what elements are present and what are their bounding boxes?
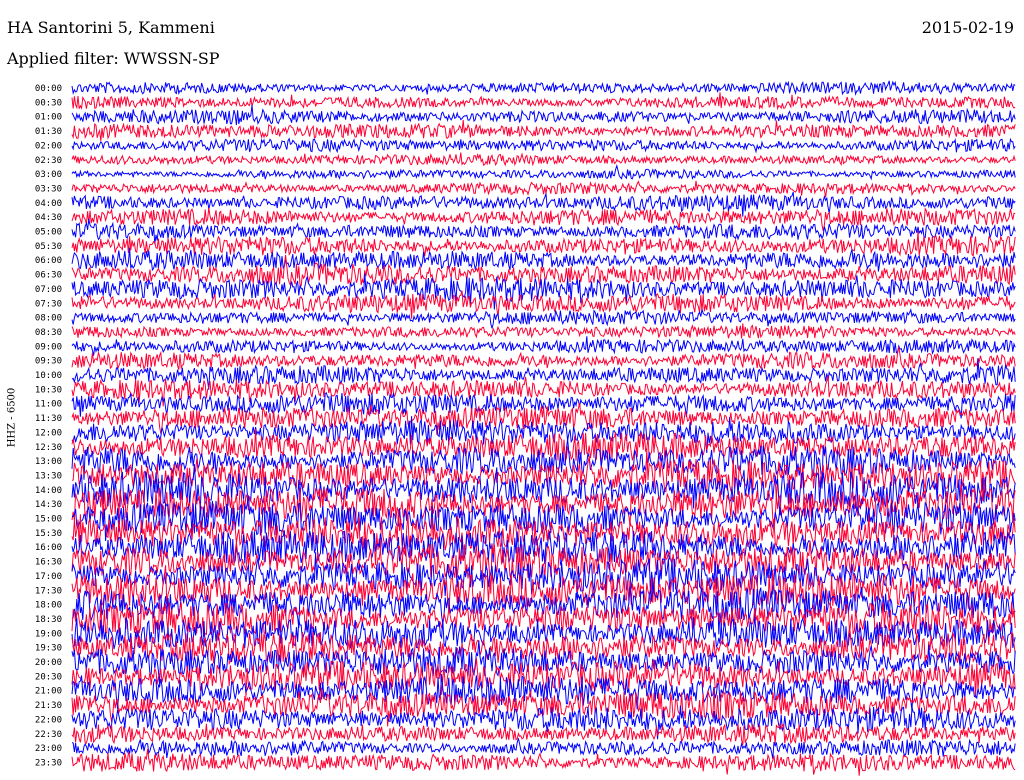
- row-label: 18:30: [35, 615, 62, 625]
- row-label: 05:00: [35, 228, 62, 238]
- row-label: 21:30: [35, 701, 62, 711]
- row-label: 23:30: [35, 758, 62, 768]
- row-label: 08:30: [35, 328, 62, 338]
- row-label: 00:00: [35, 84, 62, 94]
- row-label: 19:00: [35, 629, 62, 639]
- row-label: 01:00: [35, 113, 62, 123]
- time-row-labels: 00:00 00:30 01:00 01:30 02:00 02:30 03:00 03:30…: [35, 84, 62, 768]
- row-label: 17:30: [35, 586, 62, 596]
- row-label: 00:30: [35, 98, 62, 108]
- row-label: 10:30: [35, 385, 62, 395]
- row-label: 21:00: [35, 687, 62, 697]
- row-label: 15:00: [35, 515, 62, 525]
- seismogram-traces: [71, 80, 1016, 776]
- row-label: 23:00: [35, 744, 62, 754]
- row-label: 16:30: [35, 558, 62, 568]
- trace-line: [71, 308, 1016, 329]
- row-label: 16:00: [35, 543, 62, 553]
- row-label: 03:30: [35, 184, 62, 194]
- row-label: 12:00: [35, 428, 62, 438]
- trace-line: [71, 119, 1016, 142]
- row-label: 11:30: [35, 414, 62, 424]
- row-label: 10:00: [35, 371, 62, 381]
- row-label: 06:00: [35, 256, 62, 266]
- row-label: 11:00: [35, 400, 62, 410]
- row-label: 07:30: [35, 299, 62, 309]
- row-label: 09:30: [35, 357, 62, 367]
- row-label: 03:00: [35, 170, 62, 180]
- row-label: 17:00: [35, 572, 62, 582]
- row-label: 05:30: [35, 242, 62, 252]
- trace-line: [71, 191, 1016, 217]
- trace-line: [71, 336, 1016, 356]
- row-label: 06:30: [35, 271, 62, 281]
- row-label: 12:30: [35, 443, 62, 453]
- trace-line: [71, 164, 1016, 181]
- trace-line: [71, 105, 1016, 126]
- trace-line: [71, 137, 1016, 154]
- row-label: 09:00: [35, 342, 62, 352]
- row-label: 15:30: [35, 529, 62, 539]
- trace-line: [71, 392, 1016, 419]
- row-label: 01:30: [35, 127, 62, 137]
- trace-line: [71, 375, 1016, 407]
- trace-line: [71, 748, 1016, 776]
- row-label: 04:30: [35, 213, 62, 223]
- row-label: 20:30: [35, 672, 62, 682]
- trace-line: [71, 323, 1016, 340]
- row-label: 18:00: [35, 601, 62, 611]
- row-label: 14:30: [35, 500, 62, 510]
- trace-line: [71, 92, 1016, 111]
- row-label: 22:30: [35, 730, 62, 740]
- row-label: 02:00: [35, 141, 62, 151]
- row-label: 04:00: [35, 199, 62, 209]
- seismogram-plot: 00:00 00:30 01:00 01:30 02:00 02:30 03:00 03:30…: [35, 80, 1016, 776]
- row-label: 07:00: [35, 285, 62, 295]
- row-label: 22:00: [35, 715, 62, 725]
- row-label: 14:00: [35, 486, 62, 496]
- trace-line: [71, 80, 1016, 97]
- row-label: 08:00: [35, 314, 62, 324]
- trace-line: [71, 180, 1016, 198]
- row-label: 13:30: [35, 471, 62, 481]
- row-label: 19:30: [35, 644, 62, 654]
- row-label: 13:00: [35, 457, 62, 467]
- row-label: 20:00: [35, 658, 62, 668]
- row-label: 02:30: [35, 156, 62, 166]
- trace-line: [71, 152, 1016, 167]
- trace-line: [71, 273, 1016, 310]
